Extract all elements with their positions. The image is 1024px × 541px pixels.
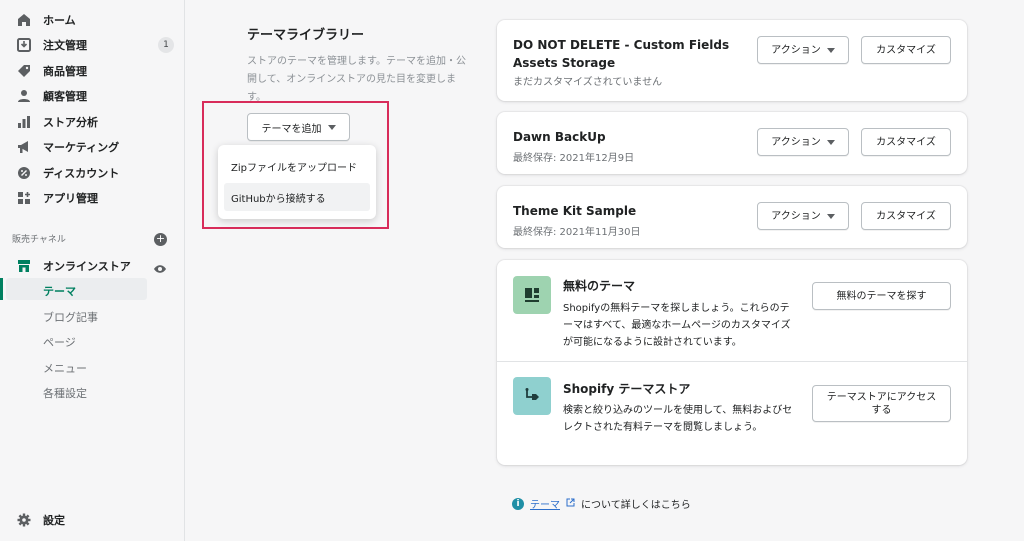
orders-icon xyxy=(16,37,32,53)
theme-card: Dawn BackUp 最終保存: 2021年12月9日 アクション カスタマイ… xyxy=(497,112,967,174)
sub-item-blog[interactable]: ブログ記事 xyxy=(43,309,98,325)
sidebar-item-label: ホーム xyxy=(43,14,76,27)
products-icon xyxy=(16,63,32,79)
upload-zip-option[interactable]: Zipファイルをアップロード xyxy=(224,152,370,180)
theme-store-icon xyxy=(513,377,551,415)
visit-theme-store-button[interactable]: テーマストアにアクセスする xyxy=(812,385,951,422)
eye-icon[interactable] xyxy=(153,259,167,278)
free-themes-title: 無料のテーマ xyxy=(563,279,636,293)
theme-store-description: 検索と絞り込みのツールを使用して、無料およびセレクトされた有料テーマを閲覧しまし… xyxy=(563,405,793,433)
theme-status: まだカスタマイズされていません xyxy=(513,77,663,88)
sidebar-item-products[interactable]: 商品管理 xyxy=(0,60,184,82)
sidebar-item-discounts[interactable]: ディスカウント xyxy=(0,162,184,184)
theme-sources-card: 無料のテーマ Shopifyの無料テーマを探しましょう。これらのテーマはすべて、… xyxy=(497,260,967,465)
sub-item-menu[interactable]: メニュー xyxy=(43,360,87,376)
sidebar-item-home[interactable]: ホーム xyxy=(0,9,184,31)
sidebar-item-marketing[interactable]: マーケティング xyxy=(0,136,184,158)
actions-button[interactable]: アクション xyxy=(757,202,849,230)
sidebar-item-label: ストア分析 xyxy=(43,116,98,129)
customers-icon xyxy=(16,88,32,104)
sidebar-item-settings[interactable]: 設定 xyxy=(0,509,184,531)
sub-item-preferences[interactable]: 各種設定 xyxy=(43,385,87,401)
free-themes-icon xyxy=(513,276,551,314)
gear-icon xyxy=(16,512,32,528)
discount-icon xyxy=(16,165,32,181)
external-link-icon xyxy=(566,498,575,510)
sidebar-item-label: マーケティング xyxy=(43,141,120,154)
actions-label: アクション xyxy=(771,44,821,56)
theme-store-title: Shopify テーマストア xyxy=(563,382,691,396)
theme-name: Theme Kit Sample xyxy=(513,204,637,218)
library-description: ストアのテーマを管理します。テーマを追加・公開して、オンラインストアの見た目を変… xyxy=(247,56,466,103)
sidebar-item-label: 設定 xyxy=(43,514,65,527)
actions-button[interactable]: アクション xyxy=(757,36,849,64)
sub-item-themes[interactable]: テーマ xyxy=(43,283,76,299)
sidebar-item-label: 商品管理 xyxy=(43,65,87,78)
sales-channels-heading: 販売チャネル xyxy=(12,235,66,245)
customize-button[interactable]: カスタマイズ xyxy=(861,128,951,156)
theme-card: DO NOT DELETE - Custom Fields Assets Sto… xyxy=(497,20,967,101)
sidebar-item-label: アプリ管理 xyxy=(43,192,98,205)
sidebar: ホーム 注文管理 1 商品管理 顧客管理 ストア分析 マーケティング ディスカウ… xyxy=(0,0,185,541)
add-channel-icon[interactable]: + xyxy=(154,233,167,246)
add-theme-button[interactable]: テーマを追加 xyxy=(247,113,350,141)
sidebar-item-customers[interactable]: 顧客管理 xyxy=(0,85,184,107)
sidebar-item-apps[interactable]: アプリ管理 xyxy=(0,187,184,209)
actions-button[interactable]: アクション xyxy=(757,128,849,156)
sidebar-item-label: ディスカウント xyxy=(43,167,120,180)
add-theme-dropdown: Zipファイルをアップロード GitHubから接続する xyxy=(218,145,376,219)
actions-label: アクション xyxy=(771,210,821,222)
footer-text: について詳しくはこちら xyxy=(581,500,691,511)
theme-last-saved: 最終保存: 2021年11月30日 xyxy=(513,227,641,238)
sidebar-item-label: 顧客管理 xyxy=(43,90,87,103)
active-indicator xyxy=(0,278,3,300)
add-theme-label: テーマを追加 xyxy=(261,123,322,135)
analytics-icon xyxy=(16,114,32,130)
sidebar-item-label: オンラインストア xyxy=(43,260,131,273)
apps-icon xyxy=(16,190,32,206)
free-themes-description: Shopifyの無料テーマを探しましょう。これらのテーマはすべて、最適なホームペ… xyxy=(563,303,791,348)
actions-label: アクション xyxy=(771,136,821,148)
info-icon: i xyxy=(512,497,524,510)
orders-count-badge: 1 xyxy=(158,37,174,53)
library-title: テーマライブラリー xyxy=(247,28,365,43)
marketing-icon xyxy=(16,139,32,155)
sidebar-item-analytics[interactable]: ストア分析 xyxy=(0,111,184,133)
explore-free-themes-button[interactable]: 無料のテーマを探す xyxy=(812,282,951,310)
chevron-down-icon xyxy=(327,124,336,130)
chevron-down-icon xyxy=(826,213,835,219)
customize-button[interactable]: カスタマイズ xyxy=(861,202,951,230)
sidebar-item-orders[interactable]: 注文管理 1 xyxy=(0,34,184,56)
theme-card: Theme Kit Sample 最終保存: 2021年11月30日 アクション… xyxy=(497,186,967,248)
theme-name: Dawn BackUp xyxy=(513,130,606,144)
theme-last-saved: 最終保存: 2021年12月9日 xyxy=(513,153,635,164)
connect-github-option[interactable]: GitHubから接続する xyxy=(224,183,370,211)
theme-name: DO NOT DELETE - Custom Fields Assets Sto… xyxy=(513,38,730,70)
sub-item-active-bg xyxy=(6,278,147,300)
sub-item-pages[interactable]: ページ xyxy=(43,334,76,350)
home-icon xyxy=(16,12,32,28)
themes-help-link[interactable]: テーマ xyxy=(530,496,560,511)
divider xyxy=(497,361,967,362)
store-icon xyxy=(16,258,32,274)
link-text: テーマ xyxy=(530,500,560,511)
chevron-down-icon xyxy=(826,47,835,53)
chevron-down-icon xyxy=(826,139,835,145)
learn-more-footer: i テーマ について詳しくはこちら xyxy=(512,496,691,511)
customize-button[interactable]: カスタマイズ xyxy=(861,36,951,64)
sidebar-item-label: 注文管理 xyxy=(43,39,87,52)
